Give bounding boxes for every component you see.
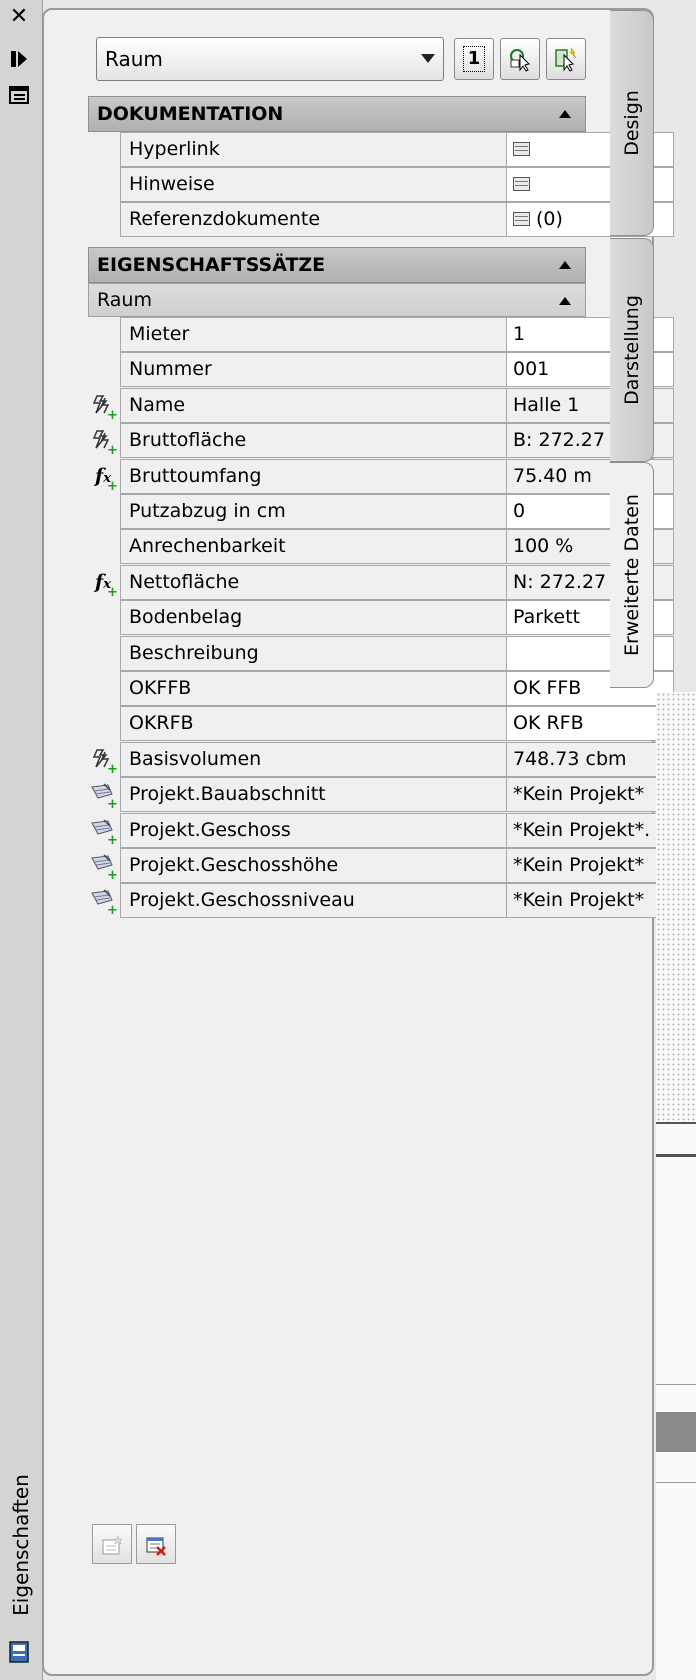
property-name: Name — [120, 387, 506, 423]
property-value: *Kein Projekt* — [506, 848, 674, 883]
worksheet-icon[interactable] — [513, 212, 530, 226]
palette-title-strip: ✕ Eigenschaften — [0, 0, 43, 1680]
property-row: fx + Bruttoumfang 75.40 m — [88, 458, 674, 494]
property-name: OKRFB — [120, 706, 506, 742]
property-value: 748.73 cbm — [506, 741, 674, 777]
property-row: Nummer 001 — [88, 352, 674, 388]
property-name: Projekt.Geschossniveau — [120, 883, 506, 919]
property-row: Hinweise — [88, 167, 674, 202]
select-objects-button[interactable] — [546, 38, 586, 80]
property-row: + Name Halle 1 — [88, 387, 674, 423]
property-row: + Projekt.Geschoss *Kein Projekt*. — [88, 812, 674, 848]
add-property-set-icon — [102, 1534, 123, 1554]
collapse-icon[interactable] — [559, 261, 571, 269]
project-property-icon: + — [90, 853, 118, 882]
property-row: + Projekt.Geschossniveau *Kein Projekt* — [88, 883, 674, 919]
property-name: Mieter — [120, 317, 506, 352]
property-name: Basisvolumen — [120, 741, 506, 777]
property-name: Putzabzug in cm — [120, 494, 506, 529]
property-name: Bruttofläche — [120, 423, 506, 459]
property-row: Hyperlink — [88, 132, 674, 167]
property-row: Bodenbelag Parkett — [88, 600, 674, 636]
property-name: Bodenbelag — [120, 600, 506, 636]
remove-property-set-icon — [146, 1537, 166, 1556]
property-name: Nummer — [120, 352, 506, 388]
property-name: Hinweise — [120, 167, 506, 202]
select-count-button[interactable]: 1 — [454, 38, 494, 80]
property-name: Referenzdokumente — [120, 202, 506, 237]
section-property-sets-header[interactable]: EIGENSCHAFTSSÄTZE — [88, 247, 586, 283]
formula-property-icon: fx + — [95, 570, 118, 600]
property-name: Beschreibung — [120, 635, 506, 671]
quick-select-button[interactable] — [500, 38, 540, 80]
project-property-icon: + — [90, 782, 118, 811]
automatic-property-icon: + — [90, 393, 118, 422]
property-row: Beschreibung — [88, 635, 674, 671]
worksheet-icon[interactable] — [513, 142, 530, 156]
property-name: Anrechenbarkeit — [120, 529, 506, 565]
property-row: Anrechenbarkeit 100 % — [88, 529, 674, 565]
property-row: + Basisvolumen 748.73 cbm — [88, 741, 674, 777]
property-row: OKRFB OK RFB — [88, 706, 674, 742]
property-row: Mieter 1 — [88, 317, 674, 352]
property-row: + Bruttofläche B: 272.27 qm — [88, 423, 674, 459]
property-set-raum-header[interactable]: Raum — [88, 283, 586, 317]
property-row: Putzabzug in cm 0 — [88, 494, 674, 529]
tab-erweiterte-daten[interactable]: Erweiterte Daten — [610, 462, 654, 688]
property-value[interactable]: OK RFB — [506, 706, 674, 742]
palette-icon[interactable] — [8, 1640, 30, 1663]
object-type-select[interactable]: Raum — [96, 37, 444, 81]
project-property-icon: + — [90, 818, 118, 847]
property-value: *Kein Projekt* — [506, 777, 674, 813]
project-property-icon: + — [90, 888, 118, 917]
automatic-property-icon: + — [90, 428, 118, 457]
collapse-icon[interactable] — [559, 297, 571, 305]
property-name: OKFFB — [120, 671, 506, 706]
worksheet-icon[interactable] — [513, 177, 530, 191]
tab-darstellung[interactable]: Darstellung — [610, 238, 654, 462]
property-value: *Kein Projekt*. — [506, 812, 674, 848]
property-name: Projekt.Bauabschnitt — [120, 777, 506, 813]
collapse-icon[interactable] — [559, 110, 571, 118]
property-name: Hyperlink — [120, 132, 506, 167]
drawing-area[interactable] — [656, 692, 696, 1680]
property-name: Projekt.Geschoss — [120, 812, 506, 848]
tab-design[interactable]: Design — [610, 10, 654, 236]
properties-menu-icon[interactable] — [8, 84, 30, 106]
autohide-icon[interactable] — [8, 48, 30, 70]
property-row: OKFFB OK FFB — [88, 671, 674, 706]
property-row: + Projekt.Bauabschnitt *Kein Projekt* — [88, 777, 674, 813]
object-type-value: Raum — [105, 47, 163, 71]
section-documentation-header[interactable]: DOKUMENTATION — [88, 96, 586, 132]
property-value: *Kein Projekt* — [506, 883, 674, 919]
property-row: fx + Nettofläche N: 272.27 qm — [88, 564, 674, 600]
remove-property-set-button[interactable] — [136, 1524, 176, 1564]
formula-property-icon: fx + — [95, 464, 118, 494]
close-icon[interactable]: ✕ — [8, 6, 30, 28]
add-property-set-button[interactable] — [92, 1524, 132, 1564]
property-name: Bruttoumfang — [120, 458, 506, 494]
property-row: Referenzdokumente (0) — [88, 202, 674, 237]
automatic-property-icon: + — [90, 747, 118, 776]
quick-select-icon — [510, 49, 530, 72]
property-row: + Projekt.Geschosshöhe *Kein Projekt* — [88, 848, 674, 883]
select-objects-icon — [555, 47, 577, 72]
property-name: Projekt.Geschosshöhe — [120, 848, 506, 883]
chevron-down-icon — [421, 54, 435, 63]
palette-title: Eigenschaften — [9, 1474, 33, 1616]
property-name: Nettofläche — [120, 564, 506, 600]
